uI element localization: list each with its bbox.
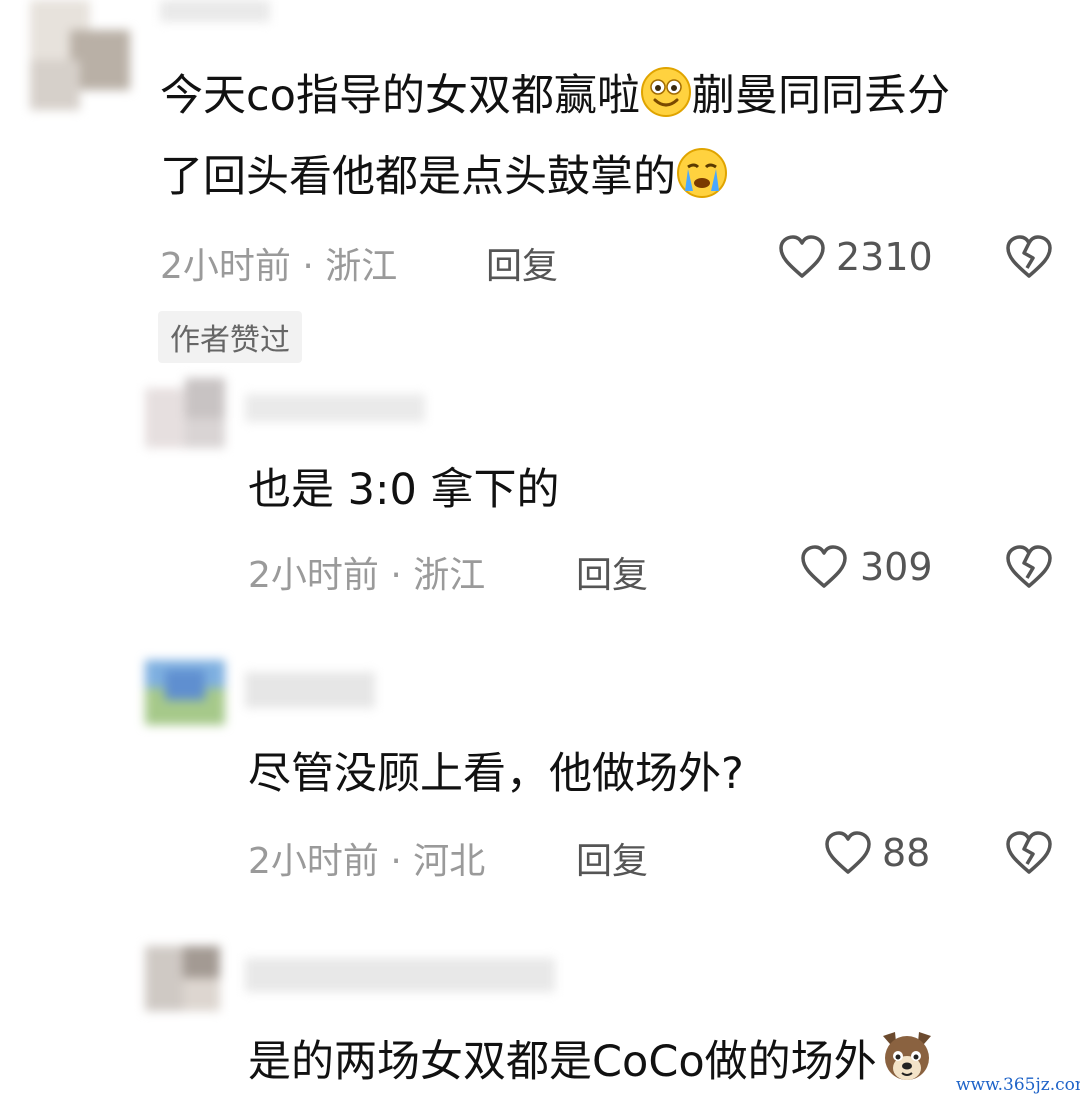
smile-emoji-icon <box>640 66 692 134</box>
comment-location: 浙江 <box>325 246 398 287</box>
heart-icon[interactable] <box>824 830 872 880</box>
heart-icon[interactable] <box>800 544 848 594</box>
comment-time: 2小时前 <box>248 841 379 882</box>
broken-heart-icon[interactable] <box>1004 544 1054 594</box>
comment-text-part2: 蒯曼同同丢分 <box>691 71 950 121</box>
author-liked-badge: 作者赞过 <box>158 311 302 363</box>
reply-text: 是的两场女双都是CoCo做的场外 <box>248 1028 937 1100</box>
avatar[interactable] <box>145 660 225 725</box>
username[interactable] <box>245 958 555 992</box>
comment-location: 浙江 <box>413 555 486 596</box>
avatar[interactable] <box>145 946 220 1011</box>
like-count: 309 <box>860 545 933 589</box>
comment-time: 2小时前 <box>160 246 291 287</box>
reply-text: 尽管没顾上看，他做场外? <box>248 749 744 799</box>
comment-text-part1: 今天co指导的女双都赢啦 <box>160 71 640 121</box>
like-count: 2310 <box>836 235 933 279</box>
comment-location: 河北 <box>413 841 486 882</box>
avatar[interactable] <box>145 378 225 448</box>
comment-text-line2-content: 了回头看他都是点头鼓掌的 <box>160 152 676 202</box>
comment-text: 今天co指导的女双都赢啦 蒯曼同同丢分 <box>160 66 950 134</box>
username[interactable] <box>160 0 270 22</box>
crying-emoji-icon <box>676 147 728 215</box>
like-count: 88 <box>882 831 931 875</box>
reply-button[interactable]: 回复 <box>486 237 558 289</box>
reply-button[interactable]: 回复 <box>576 832 648 884</box>
reply-text-content: 是的两场女双都是CoCo做的场外 <box>248 1037 877 1087</box>
username[interactable] <box>245 394 425 422</box>
reply-text: 也是 3:0 拿下的 <box>248 465 560 515</box>
broken-heart-icon[interactable] <box>1004 830 1054 880</box>
dog-face-emoji-icon <box>877 1028 937 1100</box>
meta-separator: · <box>390 555 402 596</box>
comment-meta: 2小时前 · 浙江 <box>248 546 485 598</box>
watermark: www.365jz.com <box>956 1075 1080 1095</box>
meta-separator: · <box>390 841 402 882</box>
heart-icon[interactable] <box>778 234 826 284</box>
reply-button[interactable]: 回复 <box>576 546 648 598</box>
comment-time: 2小时前 <box>248 555 379 596</box>
broken-heart-icon[interactable] <box>1004 234 1054 284</box>
comment-meta: 2小时前 · 河北 <box>248 832 485 884</box>
avatar[interactable] <box>10 0 140 120</box>
username[interactable] <box>245 672 375 708</box>
comment-meta: 2小时前 · 浙江 <box>160 237 397 289</box>
comment-text-line2: 了回头看他都是点头鼓掌的 <box>160 147 728 215</box>
meta-separator: · <box>302 246 314 287</box>
